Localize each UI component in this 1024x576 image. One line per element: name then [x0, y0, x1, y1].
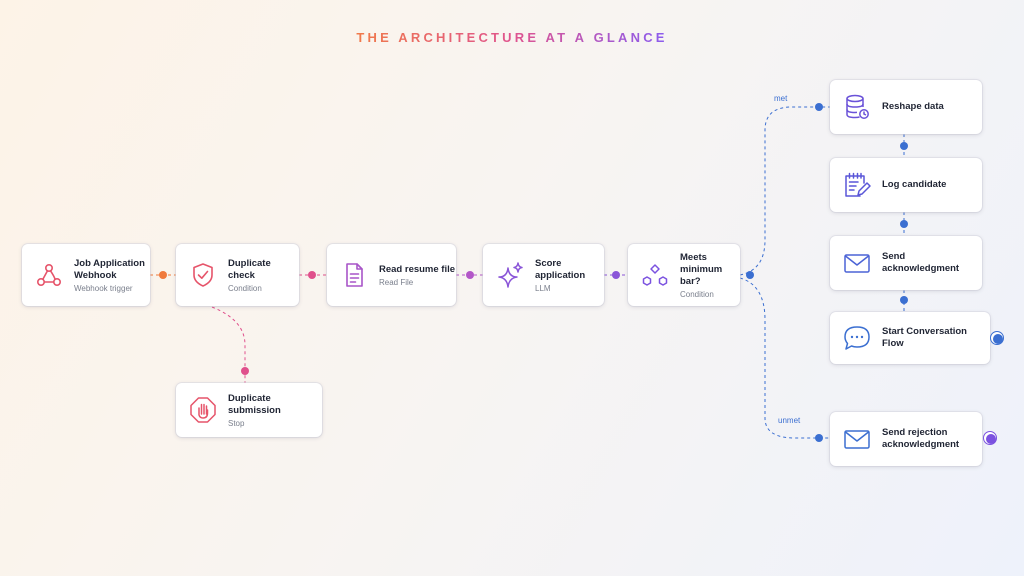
stop-hand-icon [190, 397, 216, 423]
node-name: Meets minimum bar? [680, 251, 723, 287]
node-name: Reshape data [882, 101, 944, 112]
node-type: Condition [680, 289, 714, 299]
port-dot [815, 103, 823, 111]
node-duplicate-submission[interactable]: Duplicate submission Stop [176, 383, 322, 437]
node-name: Send rejection acknowledgment [882, 427, 960, 450]
chat-bubble-icon [844, 326, 870, 350]
webhook-icon [36, 264, 61, 286]
port-dot [612, 271, 620, 279]
end-terminal-conversation [990, 331, 1004, 345]
connector-unmet [739, 277, 830, 439]
node-reshape-data[interactable]: Reshape data [830, 80, 982, 134]
shield-check-icon [193, 263, 213, 287]
database-icon [846, 94, 869, 119]
node-name: Duplicate check [228, 257, 271, 281]
node-job-application-webhook[interactable]: Job Application Webhook Webhook trigger [22, 244, 150, 306]
port-dot [900, 142, 908, 150]
node-name: Score application [535, 257, 586, 281]
connector-duplicate [211, 306, 246, 383]
node-duplicate-check[interactable]: Duplicate check Condition [176, 244, 299, 306]
port-dot [466, 271, 474, 279]
port-dot [900, 220, 908, 228]
sparkle-icon [498, 262, 523, 288]
port-dot [308, 271, 316, 279]
node-type: Webhook trigger [74, 283, 133, 293]
node-type: LLM [535, 283, 551, 293]
node-type: Condition [228, 283, 262, 293]
node-start-conversation-flow[interactable]: Start Conversation Flow [830, 312, 990, 364]
end-terminal-rejection [983, 431, 997, 445]
node-type: Read File [379, 277, 414, 287]
connector-met [739, 106, 830, 276]
port-dot [900, 296, 908, 304]
node-name: Job Application Webhook [74, 257, 145, 281]
node-send-acknowledgment[interactable]: Send acknowledgment [830, 236, 982, 290]
port-dot [746, 271, 754, 279]
node-name: Log candidate [882, 179, 947, 190]
node-name: Duplicate submission [228, 392, 281, 416]
envelope-icon [844, 254, 870, 273]
node-read-resume-file[interactable]: Read resume file Read File [327, 244, 456, 306]
port-dot [815, 434, 823, 442]
port-dot [159, 271, 167, 279]
edge-label-met: met [774, 94, 788, 103]
node-meets-minimum-bar[interactable]: Meets minimum bar? Condition [628, 244, 740, 306]
node-score-application[interactable]: Score application LLM [483, 244, 604, 306]
node-name: Send acknowledgment [882, 251, 960, 274]
branch-icon [642, 264, 668, 286]
node-name: Start Conversation Flow [882, 326, 967, 349]
notepad-pencil-icon [845, 172, 871, 197]
port-dot [241, 367, 249, 375]
node-type: Stop [228, 418, 245, 428]
document-icon [346, 263, 363, 287]
node-name: Read resume file [379, 263, 456, 275]
node-log-candidate[interactable]: Log candidate [830, 158, 982, 212]
node-send-rejection-acknowledgment[interactable]: Send rejection acknowledgment [830, 412, 982, 466]
edge-label-unmet: unmet [778, 416, 801, 425]
envelope-icon [844, 430, 870, 449]
